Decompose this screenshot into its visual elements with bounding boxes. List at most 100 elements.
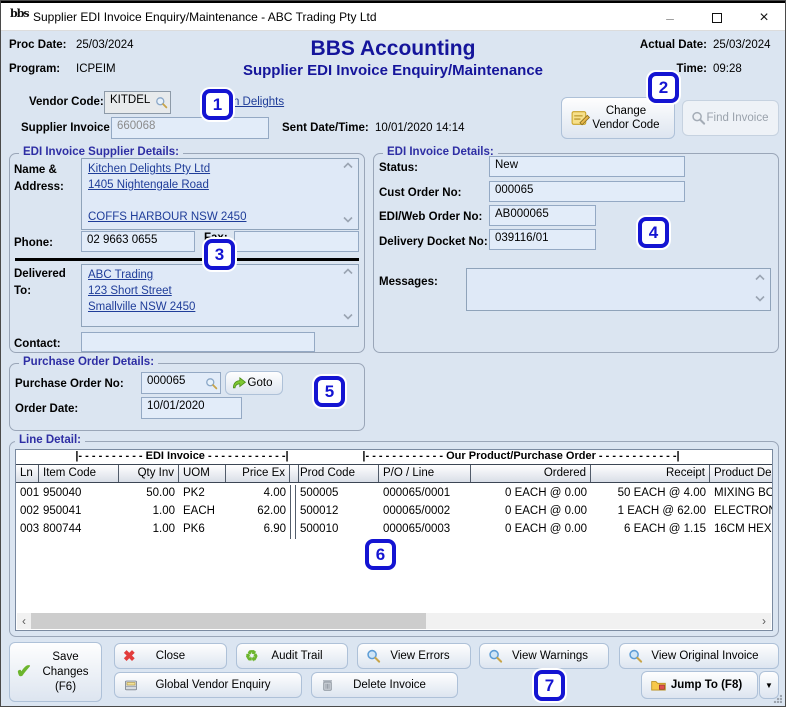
status-label: Status:: [379, 162, 418, 174]
contact-label: Contact:: [14, 338, 61, 350]
audit-trail-button[interactable]: ♻ Audit Trail: [236, 643, 348, 669]
trash-icon: [320, 678, 335, 693]
resize-grip[interactable]: [773, 694, 782, 703]
col-header-product-desc[interactable]: Product De: [710, 465, 772, 482]
delivered-to-label2: To:: [14, 285, 32, 297]
close-dialog-button[interactable]: ✖ Close: [114, 643, 227, 669]
col-header-ln[interactable]: Ln: [16, 465, 39, 482]
phone-field[interactable]: 02 9663 0655: [81, 231, 195, 252]
view-warnings-button[interactable]: View Warnings: [479, 643, 609, 669]
annotation-1: 1: [202, 89, 233, 120]
bbs-logo-icon: bbs: [10, 7, 30, 20]
col-header-price-ex[interactable]: Price Ex: [226, 465, 290, 482]
chevron-down-icon[interactable]: [753, 295, 767, 305]
contact-field[interactable]: [81, 332, 315, 352]
recycle-icon: ♻: [245, 648, 259, 665]
col-header-receipt[interactable]: Receipt: [591, 465, 710, 482]
vendor-code-field[interactable]: KITDEL: [104, 91, 171, 114]
invoice-details-title: EDI Invoice Details:: [383, 146, 498, 158]
status-field[interactable]: New: [489, 156, 685, 177]
search-icon: [366, 649, 381, 664]
goto-button[interactable]: Goto: [225, 371, 283, 395]
actual-date-label: Actual Date:: [639, 39, 707, 51]
supplier-invoice-field[interactable]: 660068: [111, 117, 269, 139]
table-row[interactable]: 001 950040 50.00 PK2 4.00 500005 000065/…: [16, 485, 772, 503]
chevron-up-icon[interactable]: [341, 268, 355, 278]
search-icon[interactable]: [205, 377, 218, 390]
fax-field[interactable]: [234, 231, 359, 252]
purchase-order-title: Purchase Order Details:: [19, 356, 159, 368]
close-window-icon: ×: [759, 8, 769, 26]
supplier-address-line[interactable]: 1405 Nightengale Road: [88, 179, 209, 191]
section-divider: [15, 258, 359, 261]
sent-datetime-value: 10/01/2020 14:14: [375, 122, 465, 134]
supplier-address-line[interactable]: Kitchen Delights Pty Ltd: [88, 163, 210, 175]
order-date-label: Order Date:: [15, 403, 79, 415]
our-product-group-header: |- - - - - - - - - - - - Our Product/Pur…: [362, 450, 680, 462]
maximize-button[interactable]: [696, 3, 738, 32]
delivered-line[interactable]: Smallville NSW 2450: [88, 301, 195, 313]
edi-web-order-label: EDI/Web Order No:: [379, 211, 483, 223]
close-button[interactable]: ×: [743, 3, 785, 32]
horizontal-scrollbar[interactable]: ‹ ›: [17, 613, 771, 629]
delivered-line[interactable]: 123 Short Street: [88, 285, 172, 297]
title-bar: bbs Supplier EDI Invoice Enquiry/Mainten…: [1, 1, 785, 31]
window-title: Supplier EDI Invoice Enquiry/Maintenance…: [33, 10, 377, 24]
po-number-field[interactable]: 000065: [141, 372, 221, 394]
time-value: 09:28: [713, 63, 742, 75]
scrollbar-thumb[interactable]: [31, 613, 426, 629]
find-invoice-button[interactable]: Find Invoice: [682, 100, 779, 136]
delivery-docket-field[interactable]: 039116/01: [489, 229, 596, 250]
phone-label: Phone:: [14, 237, 53, 249]
chevron-up-icon[interactable]: [753, 274, 767, 284]
line-detail-table[interactable]: |- - - - - - - - - - EDI Invoice - - - -…: [15, 449, 773, 631]
jump-to-button[interactable]: Jump To (F8): [641, 671, 758, 699]
order-date-field[interactable]: 10/01/2020: [141, 397, 242, 419]
delete-invoice-button[interactable]: Delete Invoice: [311, 672, 458, 698]
delivery-docket-label: Delivery Docket No:: [379, 236, 488, 248]
annotation-5: 5: [314, 376, 345, 407]
sent-datetime-label: Sent Date/Time:: [282, 122, 369, 134]
search-icon[interactable]: [155, 96, 168, 109]
table-row[interactable]: 002 950041 1.00 EACH 62.00 500012 000065…: [16, 503, 772, 521]
col-header-qty-inv[interactable]: Qty Inv: [119, 465, 179, 482]
annotation-2: 2: [648, 72, 679, 103]
messages-label: Messages:: [379, 276, 438, 288]
name-address-label: Name &: [14, 164, 57, 176]
close-x-icon: ✖: [123, 648, 136, 665]
edi-invoice-group-header: |- - - - - - - - - - EDI Invoice - - - -…: [75, 450, 289, 462]
chevron-down-icon[interactable]: [341, 313, 355, 323]
actual-date-value: 25/03/2024: [713, 39, 771, 51]
scroll-right-icon[interactable]: ›: [757, 613, 771, 629]
chevron-down-icon[interactable]: [341, 216, 355, 226]
edi-web-order-field[interactable]: AB000065: [489, 205, 596, 226]
folder-icon: [650, 677, 667, 694]
delivered-line[interactable]: ABC Trading: [88, 269, 153, 281]
search-icon: [628, 649, 643, 664]
delivered-to-label: Delivered: [14, 268, 66, 280]
vendor-code-label: Vendor Code:: [29, 96, 104, 108]
global-vendor-enquiry-button[interactable]: Global Vendor Enquiry: [114, 672, 302, 698]
annotation-7: 7: [534, 670, 565, 701]
col-header-ordered[interactable]: Ordered: [471, 465, 591, 482]
save-changes-button[interactable]: ✔ Save Changes (F6): [9, 642, 102, 702]
supplier-address-box[interactable]: Kitchen Delights Pty Ltd 1405 Nightengal…: [81, 158, 359, 230]
scroll-left-icon[interactable]: ‹: [17, 613, 31, 629]
minimize-button[interactable]: –: [649, 3, 691, 32]
col-header-item-code[interactable]: Item Code: [39, 465, 119, 482]
change-vendor-code-button[interactable]: Change Vendor Code: [561, 97, 675, 139]
cust-order-field[interactable]: 000065: [489, 181, 685, 202]
view-original-invoice-button[interactable]: View Original Invoice: [619, 643, 779, 669]
view-errors-button[interactable]: View Errors: [357, 643, 471, 669]
col-header-prod-code[interactable]: Prod Code: [296, 465, 379, 482]
messages-box[interactable]: [466, 268, 771, 311]
chevron-up-icon[interactable]: [341, 162, 355, 172]
delivered-to-box[interactable]: ABC Trading 123 Short Street Smallville …: [81, 264, 359, 327]
col-header-po-line[interactable]: P/O / Line: [379, 465, 471, 482]
table-header-row: Ln Item Code Qty Inv UOM Price Ex Prod C…: [16, 464, 772, 483]
table-row[interactable]: 003 800744 1.00 PK6 6.90 500010 000065/0…: [16, 521, 772, 539]
col-header-uom[interactable]: UOM: [179, 465, 226, 482]
line-detail-title: Line Detail:: [15, 434, 85, 446]
supplier-details-title: EDI Invoice Supplier Details:: [19, 146, 183, 158]
supplier-address-line[interactable]: COFFS HARBOUR NSW 2450: [88, 211, 246, 223]
